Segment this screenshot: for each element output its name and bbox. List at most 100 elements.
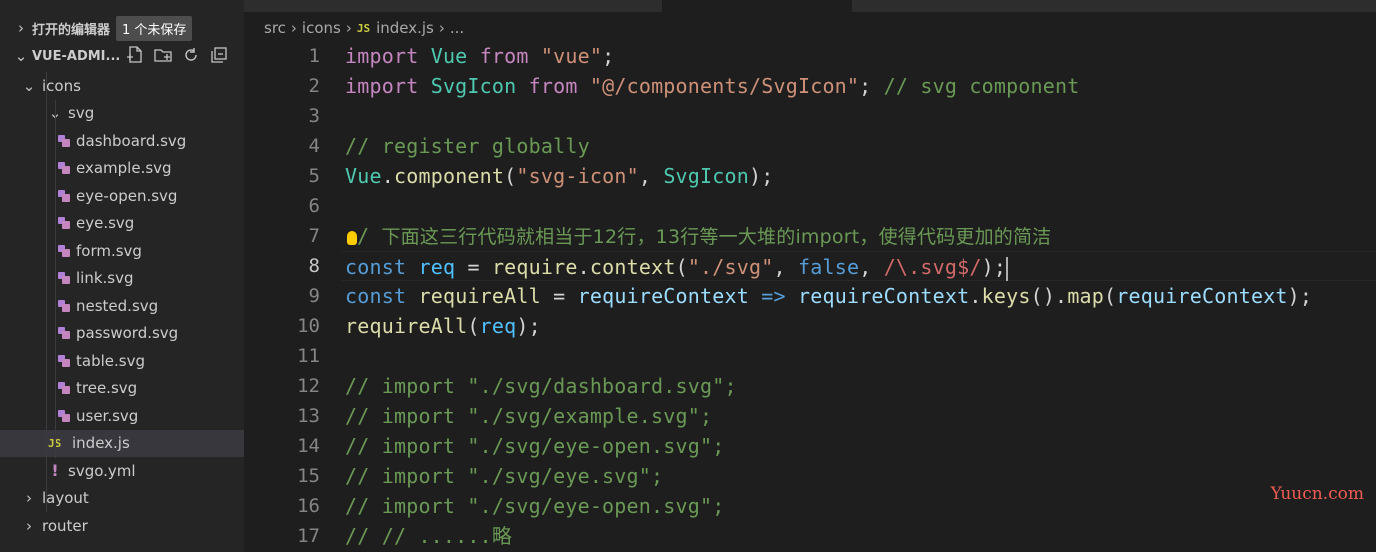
- code-line[interactable]: Vue.component("svg-icon", SvgIcon);: [345, 161, 1376, 191]
- code-token: component: [393, 164, 505, 188]
- code-token: (: [467, 314, 480, 338]
- code-token: // svg component: [883, 74, 1080, 98]
- code-editor[interactable]: import Vue from "vue"; import SvgIcon fro…: [342, 41, 1376, 551]
- tree-item[interactable]: example.svg: [0, 155, 244, 183]
- new-folder-icon[interactable]: [154, 46, 172, 64]
- code-token: Vue: [430, 44, 468, 68]
- workspace-root-title: VUE-ADMI...: [32, 48, 121, 64]
- js-file-icon: JS: [356, 21, 371, 35]
- code-line[interactable]: requireAll(req);: [345, 311, 1376, 341]
- code-token: false: [797, 255, 860, 279]
- text-cursor: [1006, 256, 1009, 281]
- breadcrumb-item[interactable]: ...: [450, 19, 464, 37]
- code-token: import: [345, 44, 419, 68]
- line-number: 4: [308, 135, 320, 157]
- tree-item-label: password.svg: [76, 324, 179, 343]
- code-token: // import "./svg/dashboard.svg";: [345, 374, 737, 398]
- tree-item-label: eye.svg: [76, 214, 135, 233]
- code-token: "vue": [540, 44, 603, 68]
- code-token: requireContext: [1116, 284, 1288, 308]
- breadcrumb-item[interactable]: icons: [302, 19, 341, 37]
- tree-item[interactable]: ! svgo.yml: [0, 457, 244, 485]
- svg-file-icon: [58, 327, 70, 340]
- svg-file-icon: [58, 162, 70, 175]
- breadcrumb-item[interactable]: src: [264, 19, 286, 37]
- tree-item[interactable]: tree.svg: [0, 375, 244, 403]
- code-token: );: [749, 164, 774, 188]
- tree-item[interactable]: link.svg: [0, 265, 244, 293]
- tree-item[interactable]: › layout: [0, 485, 244, 513]
- chevron-right-icon: ›: [290, 19, 297, 37]
- code-token: from: [479, 44, 529, 68]
- code-token: /\.svg$/: [883, 255, 982, 279]
- code-line[interactable]: [345, 101, 1376, 131]
- code-token: const: [345, 255, 407, 279]
- tree-item[interactable]: › router: [0, 512, 244, 540]
- chevron-right-icon: ›: [345, 19, 352, 37]
- editor-tab[interactable]: [244, 0, 444, 12]
- code-line[interactable]: [345, 341, 1376, 371]
- code-token: "@/components/SvgIcon": [589, 74, 860, 98]
- open-editors-header[interactable]: › 打开的编辑器 1 个未保存: [0, 14, 244, 42]
- tree-item[interactable]: eye.svg: [0, 210, 244, 238]
- code-line[interactable]: import Vue from "vue";: [345, 41, 1376, 71]
- code-token: requireContext: [577, 284, 749, 308]
- code-token: SvgIcon: [663, 164, 749, 188]
- code-token: requireAll: [418, 284, 541, 308]
- tree-item[interactable]: ⌄ icons: [0, 72, 244, 100]
- code-line[interactable]: const req = require.context("./svg", fal…: [342, 251, 1376, 281]
- tree-item[interactable]: password.svg: [0, 320, 244, 348]
- indent-guide: [46, 72, 47, 512]
- code-line[interactable]: [345, 191, 1376, 221]
- code-token: ,: [638, 164, 664, 188]
- new-file-icon[interactable]: [126, 46, 144, 64]
- editor-tab[interactable]: [464, 0, 660, 12]
- tree-item[interactable]: dashboard.svg: [0, 127, 244, 155]
- editor-tab-active[interactable]: [662, 0, 852, 12]
- unsaved-badge: 1 个未保存: [116, 15, 193, 41]
- line-number: 9: [308, 285, 320, 307]
- tree-item-label: layout: [42, 489, 89, 508]
- tree-item[interactable]: eye-open.svg: [0, 182, 244, 210]
- code-line[interactable]: // register globally: [345, 131, 1376, 161]
- lightbulb-icon[interactable]: [347, 230, 357, 245]
- tree-item[interactable]: ⌄svg: [0, 100, 244, 128]
- tree-item-label: dashboard.svg: [76, 131, 187, 150]
- tree-item-label: example.svg: [76, 159, 172, 178]
- tree-item[interactable]: form.svg: [0, 237, 244, 265]
- code-token: (: [1104, 284, 1117, 308]
- tree-item[interactable]: table.svg: [0, 347, 244, 375]
- line-number: 8: [308, 255, 320, 277]
- code-line[interactable]: import SvgIcon from "@/components/SvgIco…: [345, 71, 1376, 101]
- tree-item[interactable]: JS index.js: [0, 429, 244, 457]
- code-line[interactable]: // import "./svg/eye-open.svg";: [345, 491, 1376, 521]
- code-token: =: [455, 255, 492, 279]
- code-line[interactable]: // import "./svg/dashboard.svg";: [345, 371, 1376, 401]
- code-line[interactable]: // import "./svg/eye.svg";: [345, 461, 1376, 491]
- code-token: req: [418, 255, 456, 279]
- code-token: // import "./svg/eye-open.svg";: [345, 494, 725, 518]
- code-token: // // ......略: [345, 524, 513, 548]
- line-number: 3: [308, 105, 320, 127]
- code-token: requireContext: [797, 284, 970, 308]
- code-token: const: [345, 284, 407, 308]
- code-line[interactable]: const requireAll = requireContext => req…: [345, 281, 1376, 311]
- code-token: =>: [761, 284, 786, 308]
- svg-file-icon: [58, 354, 70, 367]
- code-line[interactable]: // import "./svg/eye-open.svg";: [345, 431, 1376, 461]
- tree-item-label: user.svg: [76, 406, 139, 425]
- tree-item[interactable]: nested.svg: [0, 292, 244, 320]
- code-line[interactable]: // import "./svg/example.svg";: [345, 401, 1376, 431]
- tree-item[interactable]: user.svg: [0, 402, 244, 430]
- code-line[interactable]: // // ......略: [345, 521, 1376, 551]
- refresh-icon[interactable]: [182, 46, 200, 64]
- code-token: requireAll: [345, 314, 468, 338]
- breadcrumb-item[interactable]: index.js: [376, 19, 434, 37]
- collapse-all-icon[interactable]: [210, 46, 228, 64]
- code-line[interactable]: / 下面这三行代码就相当于12行，13行等一大堆的import，使得代码更加的简…: [345, 221, 1376, 251]
- svg-file-icon: [58, 134, 70, 147]
